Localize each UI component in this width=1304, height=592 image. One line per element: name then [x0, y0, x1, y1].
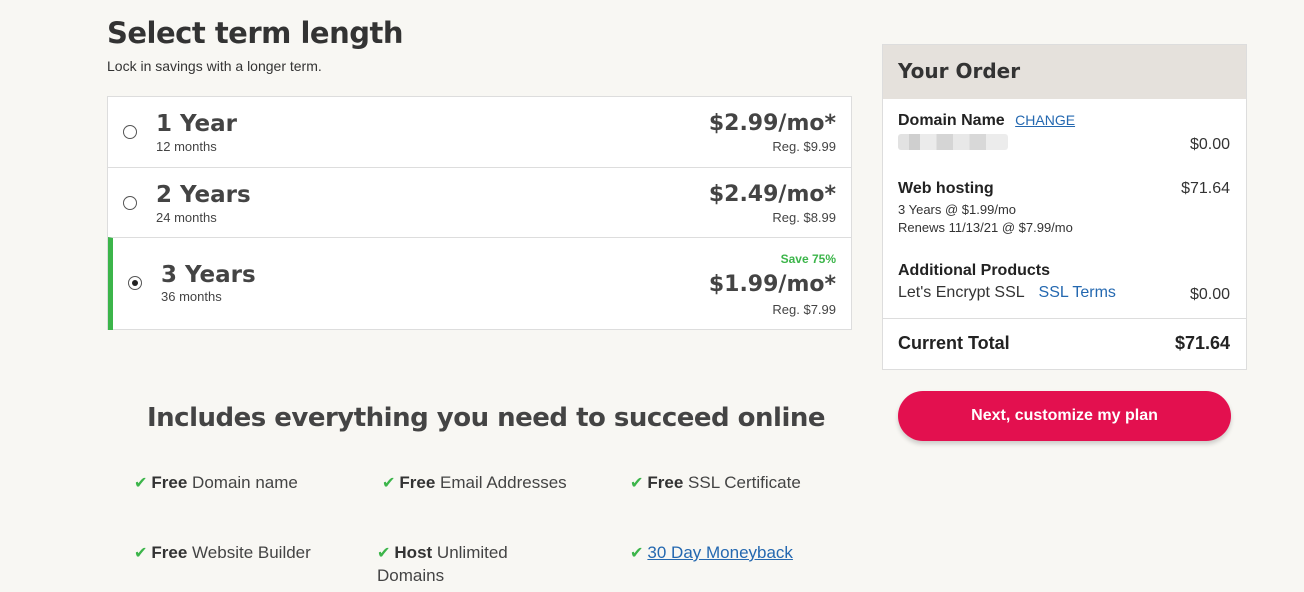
hosting-term: 3 Years @ $1.99/mo: [898, 202, 1016, 217]
term-option-3-years[interactable]: 3 Years 36 months Save 75% $1.99/mo* Reg…: [108, 237, 851, 330]
check-icon: ✔: [630, 475, 644, 492]
feature-bold: Free: [151, 543, 188, 562]
total-label: Current Total: [898, 333, 1010, 353]
term-name: 1 Year: [156, 111, 238, 137]
term-regular-price: Reg. $7.99: [772, 302, 836, 317]
order-divider: [883, 318, 1246, 319]
ssl-item: Let's Encrypt SSL: [898, 284, 1025, 301]
total-amount: $71.64: [1174, 333, 1230, 353]
term-options: 1 Year 12 months $2.99/mo* Reg. $9.99 2 …: [107, 96, 852, 330]
additional-amount: $0.00: [1189, 286, 1230, 303]
term-price: $2.99/mo*: [708, 111, 836, 136]
term-regular-price: Reg. $9.99: [772, 139, 836, 154]
ssl-terms-link[interactable]: SSL Terms: [1039, 284, 1116, 301]
hosting-renewal: Renews 11/13/21 @ $7.99/mo: [898, 220, 1073, 235]
page-title: Select term length: [107, 16, 403, 50]
feature-text: Email Addresses: [435, 473, 567, 492]
additional-label: Additional Products: [898, 262, 1050, 279]
feature-bold: Free: [399, 473, 436, 492]
feature-text: Website Builder: [187, 543, 311, 562]
term-months: 24 months: [156, 210, 217, 225]
savings-badge: Save 75%: [780, 252, 836, 266]
page-subtitle: Lock in savings with a longer term.: [107, 58, 322, 74]
order-summary: Your Order Domain Name CHANGE $0.00 Web …: [882, 44, 1247, 370]
term-radio-2-years[interactable]: [123, 196, 137, 210]
feature-item: ✔ Free SSL Certificate: [630, 472, 801, 495]
moneyback-link[interactable]: 30 Day Moneyback: [647, 543, 793, 562]
feature-item: ✔ Host Unlimited Domains: [377, 542, 547, 587]
feature-bold: Free: [151, 473, 188, 492]
domain-label: Domain Name: [898, 112, 1005, 129]
term-regular-price: Reg. $8.99: [772, 210, 836, 225]
feature-text: SSL Certificate: [683, 473, 801, 492]
hosting-amount: $71.64: [1181, 180, 1230, 197]
domain-amount: $0.00: [1189, 136, 1230, 153]
domain-name-redacted: [898, 134, 1008, 150]
term-option-1-year[interactable]: 1 Year 12 months $2.99/mo* Reg. $9.99: [108, 97, 851, 167]
next-customize-button[interactable]: Next, customize my plan: [898, 391, 1231, 441]
order-additional-section: Additional Products Let's Encrypt SSL SS…: [898, 262, 1230, 312]
order-domain-section: Domain Name CHANGE $0.00: [898, 112, 1230, 162]
term-price: $1.99/mo*: [708, 272, 836, 297]
feature-item: ✔ Free Domain name: [134, 472, 298, 495]
check-icon: ✔: [377, 545, 391, 562]
term-price: $2.49/mo*: [708, 182, 836, 207]
check-icon: ✔: [630, 545, 644, 562]
feature-bold: Free: [647, 473, 684, 492]
term-radio-1-year[interactable]: [123, 125, 137, 139]
term-name: 3 Years: [161, 262, 256, 288]
feature-bold: Host: [394, 543, 433, 562]
term-months: 36 months: [161, 289, 222, 304]
order-hosting-section: Web hosting $71.64 3 Years @ $1.99/mo Re…: [898, 180, 1230, 240]
change-domain-link[interactable]: CHANGE: [1015, 112, 1075, 128]
term-radio-3-years[interactable]: [128, 276, 142, 290]
feature-item: ✔ 30 Day Moneyback: [630, 542, 793, 565]
term-months: 12 months: [156, 139, 217, 154]
term-option-2-years[interactable]: 2 Years 24 months $2.49/mo* Reg. $8.99: [108, 167, 851, 237]
order-total-section: Current Total $71.64: [898, 333, 1230, 354]
includes-title: Includes everything you need to succeed …: [146, 403, 826, 433]
term-name: 2 Years: [156, 182, 251, 208]
order-title: Your Order: [883, 45, 1246, 99]
hosting-label: Web hosting: [898, 180, 994, 197]
feature-item: ✔ Free Website Builder: [134, 542, 311, 565]
feature-text: Domain name: [187, 473, 298, 492]
feature-item: ✔ Free Email Addresses: [382, 472, 567, 495]
check-icon: ✔: [134, 475, 148, 492]
check-icon: ✔: [134, 545, 148, 562]
check-icon: ✔: [382, 475, 396, 492]
